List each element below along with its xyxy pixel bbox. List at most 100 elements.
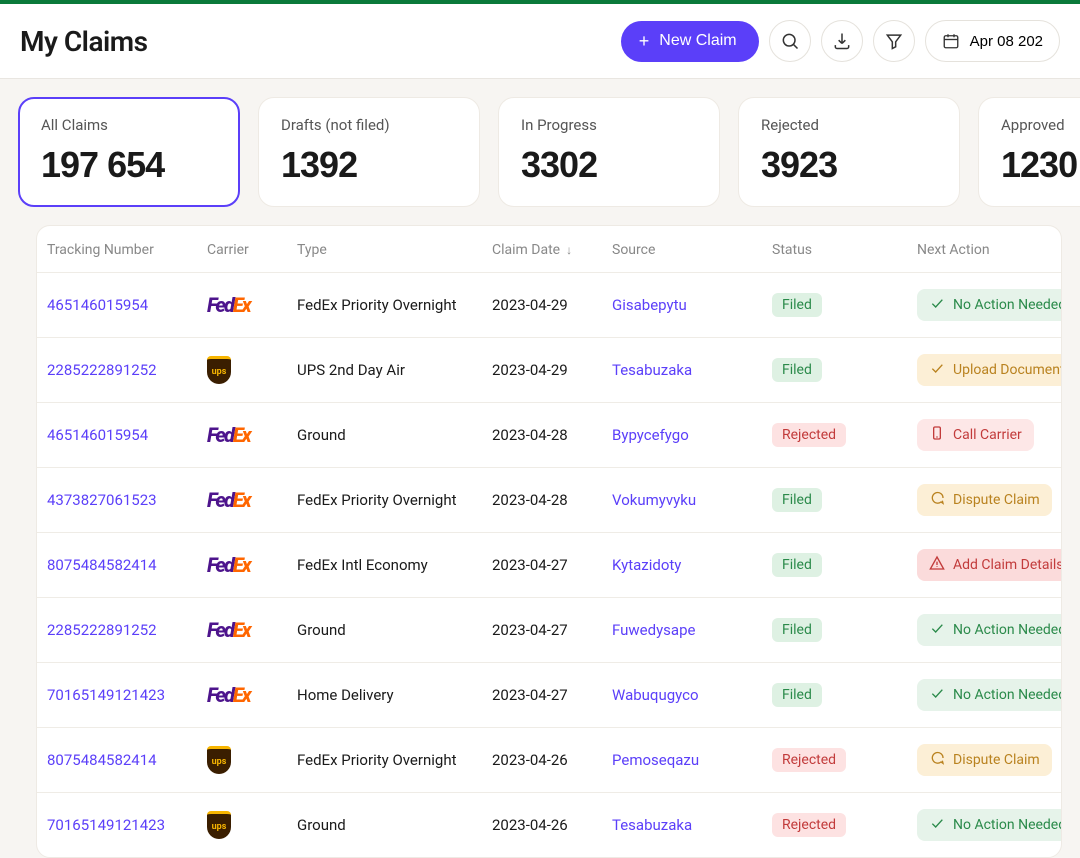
col-claim-date[interactable]: Claim Date↓ (492, 242, 612, 258)
next-action-pill[interactable]: Add Claim Details (917, 549, 1062, 581)
stat-card-approved[interactable]: Approved1230 (978, 97, 1080, 207)
download-button[interactable] (821, 20, 863, 62)
tracking-link[interactable]: 8075484582414 (47, 751, 157, 769)
stat-card-rejected[interactable]: Rejected3923 (738, 97, 960, 207)
next-action-pill[interactable]: No Action Needed (917, 809, 1062, 841)
fedex-logo-icon: FedEx (207, 293, 250, 317)
tracking-link[interactable]: 70165149121423 (47, 816, 165, 834)
tracking-link[interactable]: 2285222891252 (47, 361, 157, 379)
claims-table: Tracking Number Carrier Type Claim Date↓… (36, 225, 1062, 858)
source-link[interactable]: Fuwedysape (612, 621, 695, 639)
table-row: 8075484582414FedExFedEx Intl Economy2023… (37, 533, 1061, 598)
fedex-logo-icon: FedEx (207, 553, 250, 577)
action-icon (929, 555, 945, 575)
next-action-pill[interactable]: Upload Documents (917, 354, 1062, 386)
date-cell: 2023-04-28 (492, 426, 612, 444)
filter-button[interactable] (873, 20, 915, 62)
status-cell: Filed (772, 358, 917, 382)
next-action-pill[interactable]: Call Carrier (917, 419, 1034, 451)
action-cell: Dispute Claim (917, 484, 1062, 516)
action-cell: Call Carrier (917, 419, 1062, 451)
action-label: No Action Needed (953, 687, 1062, 703)
source-link[interactable]: Gisabepytu (612, 296, 687, 314)
action-cell: Upload Documents (917, 354, 1062, 386)
status-badge: Filed (772, 553, 822, 577)
source-link[interactable]: Kytazidoty (612, 556, 681, 574)
next-action-pill[interactable]: No Action Needed (917, 614, 1062, 646)
carrier-cell: ups (207, 356, 297, 384)
next-action-pill[interactable]: Dispute Claim (917, 744, 1052, 776)
table-row: 4373827061523FedExFedEx Priority Overnig… (37, 468, 1061, 533)
table-row: 465146015954FedExFedEx Priority Overnigh… (37, 273, 1061, 338)
action-label: Dispute Claim (953, 752, 1040, 768)
table-row: 2285222891252upsUPS 2nd Day Air2023-04-2… (37, 338, 1061, 403)
col-status[interactable]: Status (772, 242, 917, 258)
stat-card-all-claims[interactable]: All Claims197 654 (18, 97, 240, 207)
source-link[interactable]: Vokumyvyku (612, 491, 696, 509)
status-cell: Filed (772, 683, 917, 707)
download-icon (832, 31, 852, 51)
col-type[interactable]: Type (297, 242, 492, 258)
action-icon (929, 360, 945, 380)
col-tracking[interactable]: Tracking Number (47, 242, 207, 258)
source-link[interactable]: Bypycefygo (612, 426, 689, 444)
action-cell: Dispute Claim (917, 744, 1062, 776)
stat-value: 3923 (761, 144, 937, 186)
tracking-link[interactable]: 70165149121423 (47, 686, 165, 704)
status-badge: Filed (772, 293, 822, 317)
action-label: No Action Needed (953, 817, 1062, 833)
sort-desc-icon: ↓ (566, 243, 572, 257)
page-title: My Claims (20, 25, 147, 58)
carrier-cell: ups (207, 811, 297, 839)
status-badge: Rejected (772, 813, 846, 837)
action-icon (929, 750, 945, 770)
type-cell: Ground (297, 816, 492, 834)
action-cell: No Action Needed (917, 614, 1062, 646)
search-button[interactable] (769, 20, 811, 62)
status-cell: Filed (772, 488, 917, 512)
source-link[interactable]: Wabuqugyco (612, 686, 699, 704)
tracking-link[interactable]: 8075484582414 (47, 556, 157, 574)
carrier-cell: FedEx (207, 683, 297, 707)
stat-value: 3302 (521, 144, 697, 186)
source-link[interactable]: Tesabuzaka (612, 361, 692, 379)
tracking-link[interactable]: 2285222891252 (47, 621, 157, 639)
next-action-pill[interactable]: No Action Needed (917, 289, 1062, 321)
col-source[interactable]: Source (612, 242, 772, 258)
carrier-cell: FedEx (207, 618, 297, 642)
col-carrier[interactable]: Carrier (207, 242, 297, 258)
fedex-logo-icon: FedEx (207, 488, 250, 512)
action-label: Call Carrier (953, 427, 1022, 443)
tracking-link[interactable]: 4373827061523 (47, 491, 157, 509)
ups-logo-icon: ups (207, 746, 231, 774)
status-cell: Filed (772, 618, 917, 642)
plus-icon: + (639, 31, 650, 52)
date-cell: 2023-04-29 (492, 296, 612, 314)
new-claim-button[interactable]: + New Claim (621, 21, 759, 62)
source-link[interactable]: Tesabuzaka (612, 816, 692, 834)
table-body: 465146015954FedExFedEx Priority Overnigh… (37, 273, 1061, 857)
date-cell: 2023-04-26 (492, 751, 612, 769)
carrier-cell: FedEx (207, 553, 297, 577)
header-actions: + New Claim Apr 08 202 (621, 20, 1060, 62)
stat-label: Drafts (not filed) (281, 116, 457, 134)
table-header: Tracking Number Carrier Type Claim Date↓… (37, 226, 1061, 273)
tracking-link[interactable]: 465146015954 (47, 296, 148, 314)
next-action-pill[interactable]: Dispute Claim (917, 484, 1052, 516)
next-action-pill[interactable]: No Action Needed (917, 679, 1062, 711)
tracking-link[interactable]: 465146015954 (47, 426, 148, 444)
source-link[interactable]: Pemoseqazu (612, 751, 699, 769)
date-range-button[interactable]: Apr 08 202 (925, 20, 1060, 62)
date-cell: 2023-04-26 (492, 816, 612, 834)
col-next-action[interactable]: Next Action (917, 242, 1062, 258)
filter-icon (884, 31, 904, 51)
type-cell: Home Delivery (297, 686, 492, 704)
action-icon (929, 425, 945, 445)
action-label: No Action Needed (953, 297, 1062, 313)
stat-card-in-progress[interactable]: In Progress3302 (498, 97, 720, 207)
action-icon (929, 685, 945, 705)
action-icon (929, 815, 945, 835)
stat-card-drafts-not-filed-[interactable]: Drafts (not filed)1392 (258, 97, 480, 207)
status-cell: Rejected (772, 423, 917, 447)
action-cell: No Action Needed (917, 679, 1062, 711)
